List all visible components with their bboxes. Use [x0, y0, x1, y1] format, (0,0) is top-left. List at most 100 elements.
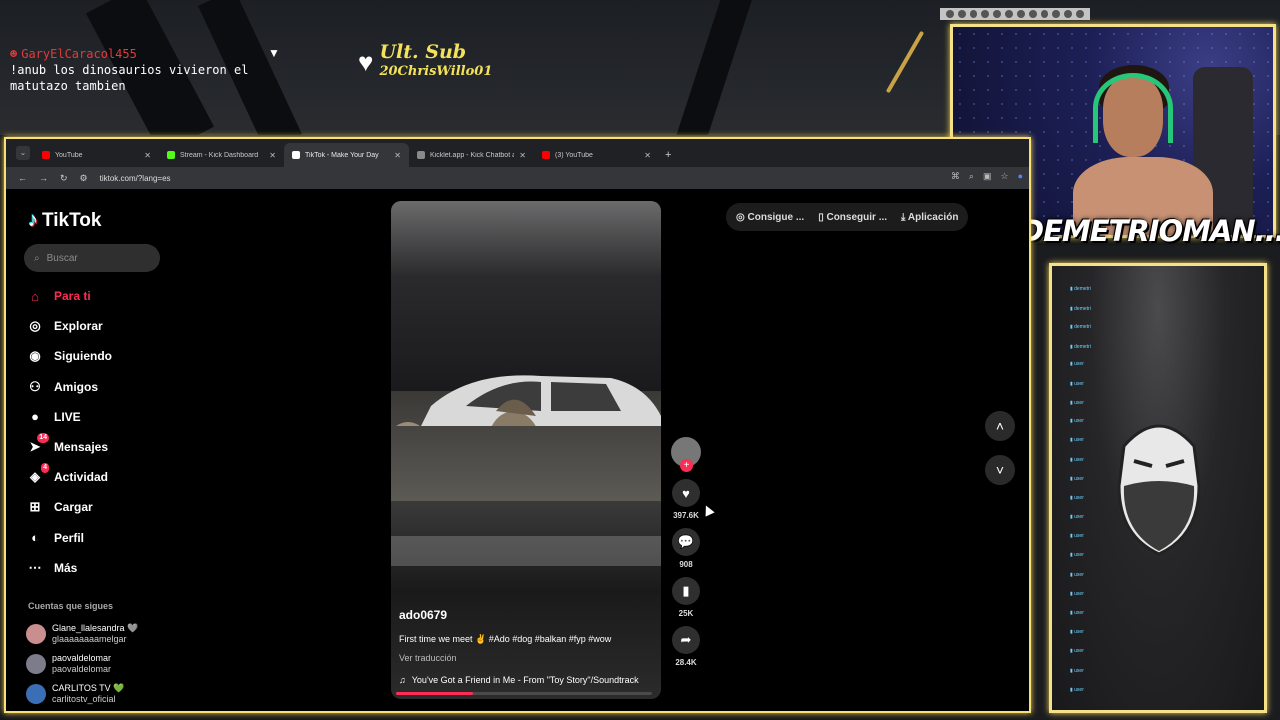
- tab-favicon-icon: [292, 151, 300, 159]
- heart-icon: ♥: [358, 46, 374, 77]
- like-count: 397.6K: [673, 511, 699, 520]
- cast-icon[interactable]: ▣: [983, 171, 992, 182]
- sidebar-item-cargar[interactable]: ⊞ Cargar: [26, 492, 176, 522]
- live-icon: ●: [31, 409, 39, 425]
- account-nickname: Glane_llalesandra 🩶: [52, 623, 139, 633]
- chat-user: ☻ GaryElCaracol455: [10, 47, 137, 61]
- browser-tab[interactable]: (3) YouTube ✕: [534, 143, 659, 167]
- browser-tab[interactable]: YouTube ✕: [34, 143, 159, 167]
- account-handle: paovaldelomar: [52, 664, 112, 674]
- video-author[interactable]: ado0679: [399, 608, 655, 622]
- creator-avatar[interactable]: +: [671, 437, 701, 472]
- home-icon: ⌂: [31, 288, 39, 304]
- zoom-icon[interactable]: ⌕: [969, 171, 974, 182]
- search-placeholder: Buscar: [46, 252, 78, 264]
- coin-icon: ◎: [736, 211, 748, 223]
- tab-close-icon[interactable]: ✕: [269, 151, 276, 160]
- profile-icon: ◐: [31, 530, 39, 546]
- last-sub-title: Ult. Sub: [379, 41, 467, 63]
- tab-close-icon[interactable]: ✕: [144, 151, 151, 160]
- tab-title: TikTok - Make Your Day: [305, 151, 379, 159]
- video-progress-bar[interactable]: [396, 692, 652, 695]
- next-video-button[interactable]: ˅: [985, 455, 1015, 485]
- friends-icon: ⚇: [29, 378, 41, 394]
- promo-link[interactable]: ◎ Consigue ...: [736, 212, 804, 223]
- sidebar-item-explorar[interactable]: ◎ Explorar: [26, 311, 176, 341]
- comment-button[interactable]: 💬: [672, 528, 700, 556]
- video-info: ado0679 First time we meet ✌️ #Ado #dog …: [399, 608, 655, 685]
- video-player[interactable]: ado0679 First time we meet ✌️ #Ado #dog …: [391, 201, 661, 699]
- chevron-down-icon: ˅: [995, 462, 1005, 478]
- compass-icon: ◎: [29, 318, 41, 334]
- more-icon: ⋯: [28, 559, 42, 575]
- bookmark-star-icon[interactable]: ☆: [1000, 171, 1008, 182]
- sidebar-item-ms[interactable]: ⋯ Más: [26, 553, 176, 583]
- tab-close-icon[interactable]: ✕: [644, 151, 651, 160]
- music-note-icon: ♫: [399, 675, 406, 685]
- sidebar-item-label: Mensajes: [54, 440, 109, 455]
- like-button[interactable]: ♥: [672, 479, 700, 507]
- tab-favicon-icon: [542, 151, 550, 159]
- share-button[interactable]: ➦: [672, 626, 700, 654]
- messages-icon: ➤ 14: [29, 433, 49, 455]
- follow-plus-icon[interactable]: +: [680, 459, 693, 472]
- promo-label: Conseguir ...: [826, 211, 888, 223]
- tab-favicon-icon: [167, 151, 175, 159]
- translate-link[interactable]: Ver traducción: [399, 653, 655, 663]
- forward-icon[interactable]: →: [39, 173, 48, 183]
- previous-video-button[interactable]: ˄: [985, 411, 1015, 441]
- sidebar-item-label: Perfil: [54, 530, 85, 545]
- sidebar-item-live[interactable]: ● LIVE: [26, 402, 176, 432]
- tiktok-page: ♪ TikTok ⌕ Buscar ⌂ Para ti ◎ Explorar ◉ Sigu…: [6, 189, 1029, 711]
- site-info-icon[interactable]: ⚙: [80, 173, 88, 184]
- browser-tab[interactable]: Kicklet.app - Kick Chatbot and ✕: [409, 143, 534, 167]
- sidebar-item-label: Para ti: [54, 289, 91, 304]
- promo-label: Consigue ...: [747, 211, 805, 223]
- following-account[interactable]: Glane_llalesandra 🩶 glaaaaaaaamelgar: [26, 619, 138, 649]
- search-icon: ⌕: [34, 252, 40, 264]
- last-sub-widget: ♥ Ult. Sub 20ChrisWillo01: [358, 42, 492, 82]
- following-account[interactable]: CARLITOS TV 💚 carlitostv_oficial: [26, 679, 138, 709]
- translate-icon[interactable]: ⌘: [951, 171, 960, 182]
- sidebar-item-label: Amigos: [54, 379, 99, 394]
- tab-close-icon[interactable]: ✕: [394, 151, 401, 160]
- browser-tab[interactable]: TikTok - Make Your Day ✕: [284, 143, 409, 167]
- comment-icon: 💬: [677, 534, 695, 549]
- reload-icon[interactable]: ↻: [60, 173, 68, 184]
- following-list: Glane_llalesandra 🩶 glaaaaaaaamelgar paova…: [26, 619, 138, 709]
- video-caption: First time we meet ✌️ #Ado #dog #balkan …: [399, 634, 612, 644]
- sidebar-item-mensajes[interactable]: ➤ 14 Mensajes: [26, 432, 176, 462]
- sidebar-item-siguiendo[interactable]: ◉ Siguiendo: [26, 341, 176, 371]
- sidebar-item-perfil[interactable]: ◐ Perfil: [26, 523, 176, 553]
- notification-badge: 14: [37, 433, 49, 444]
- tab-close-icon[interactable]: ✕: [519, 151, 526, 160]
- ceiling-beam: [674, 0, 756, 135]
- headset-icon: [1093, 73, 1173, 143]
- video-car-and-dog: [396, 375, 661, 426]
- sidebar-item-amigos[interactable]: ⚇ Amigos: [26, 372, 176, 402]
- search-input[interactable]: ⌕ Buscar: [24, 244, 160, 272]
- avatar: [26, 684, 46, 704]
- video-music[interactable]: ♫ You've Got a Friend in Me - From "Toy …: [399, 675, 655, 685]
- back-icon[interactable]: ←: [18, 173, 27, 183]
- avatar: [26, 654, 46, 674]
- promo-link[interactable]: ⤓ Aplicación: [901, 212, 958, 223]
- tab-search-button[interactable]: ⌄: [16, 146, 30, 160]
- new-tab-button[interactable]: +: [665, 149, 671, 161]
- promo-link[interactable]: ▯ Conseguir ...: [818, 212, 887, 223]
- bookmark-icon: ▮: [682, 583, 690, 598]
- tab-favicon-icon: [42, 151, 50, 159]
- heart-icon: ♥: [682, 485, 690, 501]
- sidebar-item-parati[interactable]: ⌂ Para ti: [26, 281, 176, 311]
- save-button[interactable]: ▮: [672, 577, 700, 605]
- pin-icon: ▼: [268, 46, 280, 60]
- browser-tab[interactable]: Stream - Kick Dashboard ✕: [159, 143, 284, 167]
- user-icon: ☻: [10, 47, 18, 61]
- url-field[interactable]: tiktok.com/?lang=es: [100, 174, 171, 183]
- beard-logo-icon: [1117, 424, 1201, 556]
- tiktok-logo[interactable]: ♪ TikTok: [28, 209, 101, 232]
- following-account[interactable]: paovaldelomar paovaldelomar: [26, 649, 138, 679]
- sidebar-item-actividad[interactable]: ◈ 4 Actividad: [26, 462, 176, 492]
- extension-icon[interactable]: ●: [1018, 171, 1023, 182]
- video-frame-parking-lot: [391, 375, 661, 501]
